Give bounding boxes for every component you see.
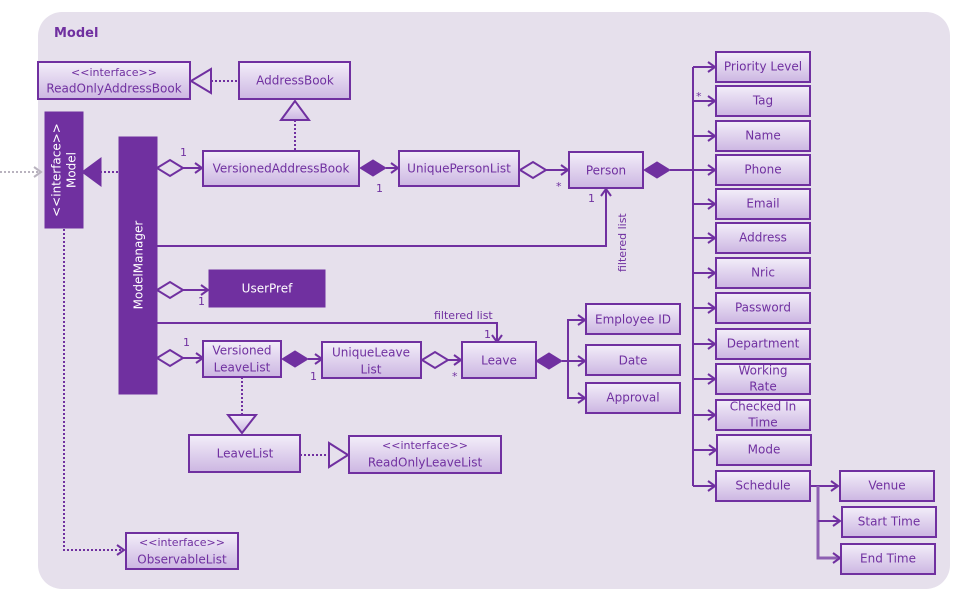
class-name: ModelManager	[132, 221, 146, 310]
name-class[interactable]: Name	[715, 120, 811, 152]
class-name: End Time	[860, 552, 916, 566]
multiplicity: 1	[376, 182, 383, 195]
stereotype: <<interface>>	[139, 536, 225, 549]
venue-class[interactable]: Venue	[839, 470, 935, 502]
person-class[interactable]: Person	[568, 151, 644, 189]
class-name: Employee ID	[595, 313, 671, 327]
model-interface[interactable]: <<interface>> Model	[44, 111, 84, 229]
class-name: Address	[739, 231, 787, 245]
class-name: Schedule	[735, 479, 790, 493]
class-name-line2: List	[361, 363, 382, 377]
class-name: UserPref	[242, 282, 293, 296]
read-only-address-book-class[interactable]: <<interface>> ReadOnlyAddressBook	[37, 61, 191, 100]
model-manager-class[interactable]: ModelManager	[118, 136, 158, 395]
class-name-line1: UniqueLeave	[332, 346, 410, 360]
multiplicity: *	[556, 180, 562, 193]
class-name: Password	[735, 301, 791, 315]
class-name-line2: Time	[747, 416, 777, 430]
email-class[interactable]: Email	[715, 188, 811, 220]
priority-level-class[interactable]: Priority Level	[715, 51, 811, 83]
class-name: Name	[745, 129, 780, 143]
class-name: ObservableList	[137, 553, 227, 567]
filtered-list-label: filtered list	[434, 309, 493, 322]
multiplicity: *	[452, 370, 458, 383]
class-name-line1: Checked In	[730, 400, 796, 414]
stereotype: <<interface>>	[382, 439, 468, 452]
class-name: Approval	[606, 391, 659, 405]
mode-class[interactable]: Mode	[716, 434, 812, 466]
multiplicity: 1	[588, 192, 595, 205]
class-name: Date	[619, 354, 648, 368]
multiplicity: 1	[180, 146, 187, 159]
start-time-class[interactable]: Start Time	[841, 506, 937, 538]
password-class[interactable]: Password	[715, 292, 811, 324]
class-diagram: Model 1 1 * 1 filtered list * 1 filtered…	[0, 12, 950, 589]
leave-list-class[interactable]: LeaveList	[188, 434, 301, 473]
approval-class[interactable]: Approval	[585, 382, 681, 414]
unique-leave-list-class[interactable]: UniqueLeave List	[321, 341, 422, 379]
tag-class[interactable]: Tag	[715, 85, 811, 117]
class-name: Email	[746, 197, 779, 211]
class-name: Department	[727, 337, 800, 351]
multiplicity: 1	[183, 336, 190, 349]
class-name-line1: Versioned	[212, 344, 271, 358]
employee-id-class[interactable]: Employee ID	[585, 303, 681, 335]
class-name-line1: Working	[739, 364, 788, 378]
read-only-leave-list-class[interactable]: <<interface>> ReadOnlyLeaveList	[348, 435, 502, 474]
stereotype: <<interface>>	[50, 123, 64, 217]
address-class[interactable]: Address	[715, 222, 811, 254]
class-name-line2: Rate	[749, 380, 777, 394]
package-title: Model	[54, 26, 98, 41]
observable-list-class[interactable]: <<interface>> ObservableList	[125, 532, 239, 570]
multiplicity: 1	[198, 295, 205, 308]
multiplicity: 1	[484, 328, 491, 341]
date-class[interactable]: Date	[585, 344, 681, 376]
class-name: Model	[65, 152, 79, 188]
schedule-class[interactable]: Schedule	[715, 470, 811, 502]
class-name-line2: LeaveList	[214, 361, 271, 375]
class-name: Person	[586, 164, 626, 178]
checked-in-time-class[interactable]: Checked In Time	[715, 399, 811, 431]
class-name: Start Time	[858, 515, 921, 529]
class-name: Leave	[481, 354, 517, 368]
class-name: Tag	[752, 94, 773, 108]
multiplicity: *	[696, 90, 702, 103]
class-name: Nric	[751, 266, 775, 280]
user-pref-class[interactable]: UserPref	[208, 269, 326, 308]
class-name: Mode	[748, 443, 781, 457]
class-name: Venue	[868, 479, 905, 493]
versioned-leave-list-class[interactable]: Versioned LeaveList	[202, 340, 282, 378]
class-name: AddressBook	[256, 74, 334, 88]
multiplicity: 1	[310, 370, 317, 383]
stereotype: <<interface>>	[71, 66, 157, 79]
class-name: ReadOnlyAddressBook	[46, 82, 181, 96]
class-name: Phone	[744, 163, 781, 177]
nric-class[interactable]: Nric	[715, 257, 811, 289]
address-book-class[interactable]: AddressBook	[238, 61, 351, 100]
unique-person-list-class[interactable]: UniquePersonList	[398, 150, 520, 187]
department-class[interactable]: Department	[715, 328, 811, 360]
class-name: VersionedAddressBook	[213, 162, 350, 176]
end-time-class[interactable]: End Time	[840, 543, 936, 575]
filtered-list-label: filtered list	[616, 213, 629, 272]
class-name: ReadOnlyLeaveList	[368, 456, 483, 470]
class-name: Priority Level	[724, 60, 802, 74]
class-name: UniquePersonList	[407, 162, 511, 176]
phone-class[interactable]: Phone	[715, 154, 811, 186]
working-rate-class[interactable]: Working Rate	[715, 363, 811, 395]
class-name: LeaveList	[217, 447, 274, 461]
versioned-address-book-class[interactable]: VersionedAddressBook	[202, 150, 360, 187]
leave-class[interactable]: Leave	[461, 341, 537, 379]
